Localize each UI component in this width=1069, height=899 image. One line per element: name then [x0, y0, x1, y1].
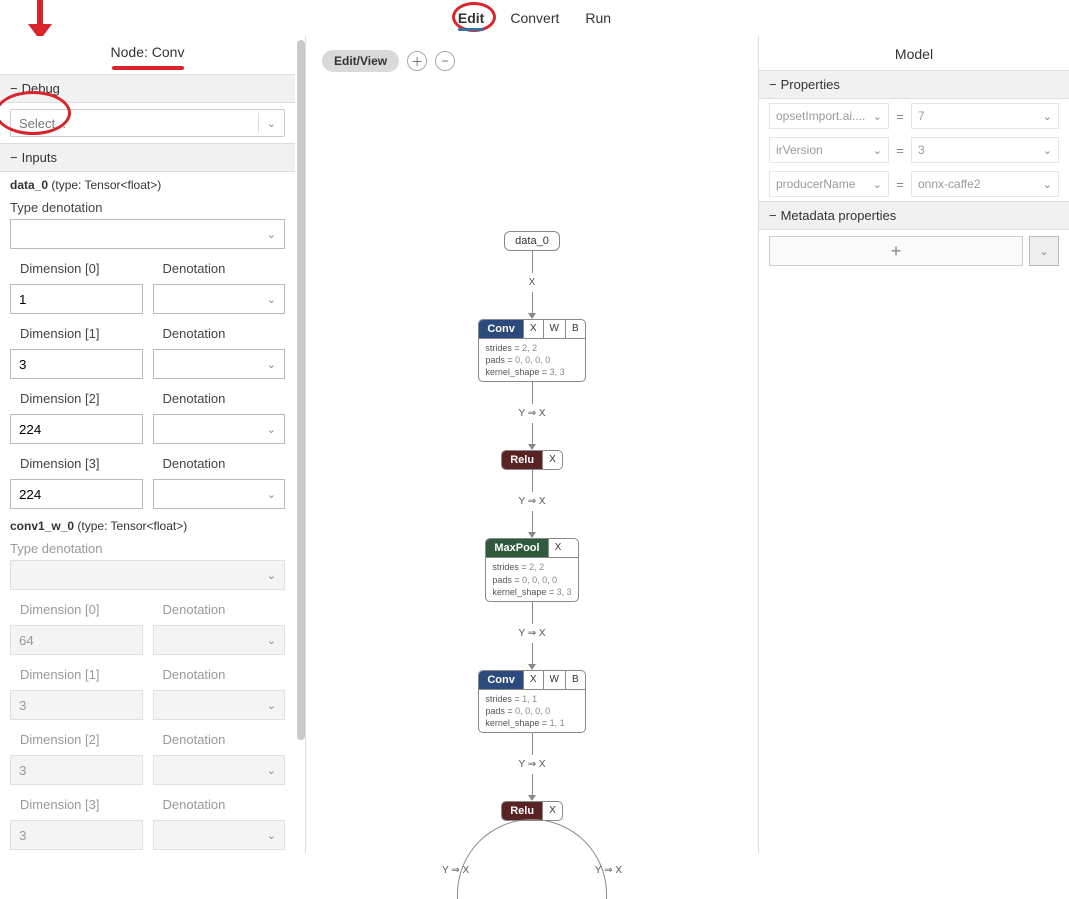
graph-node-relu1[interactable]: Relu X	[501, 450, 563, 470]
add-metadata-dropdown[interactable]: ⌄	[1029, 236, 1059, 266]
right-panel: Model −Properties opsetImport.ai....⌄ = …	[759, 36, 1069, 853]
graph-node-data0[interactable]: data_0	[504, 231, 560, 251]
chevron-down-icon: ⌄	[267, 293, 276, 306]
zoom-out-button[interactable]: −	[435, 51, 455, 71]
top-tabs: Edit Convert Run	[0, 8, 1069, 33]
graph-node-maxpool[interactable]: MaxPool X strides = 2, 2 pads = 0, 0, 0,…	[485, 538, 578, 601]
prop-row-opset: opsetImport.ai....⌄ = 7⌄	[759, 99, 1069, 133]
prop-val-producer[interactable]: onnx-caffe2⌄	[911, 171, 1059, 197]
chevron-down-icon: ⌄	[267, 634, 276, 647]
chevron-down-icon: ⌄	[873, 144, 882, 157]
zoom-in-button[interactable]: ＋	[407, 51, 427, 71]
chevron-down-icon: ⌄	[1043, 178, 1052, 191]
prop-val-opset[interactable]: 7⌄	[911, 103, 1059, 129]
model-title: Model	[759, 36, 1069, 70]
chevron-down-icon: ⌄	[267, 764, 276, 777]
center-panel: Edit/View ＋ − data_0 X Conv X W B stride…	[306, 36, 759, 853]
add-metadata-button[interactable]: +	[769, 236, 1023, 266]
scrollbar[interactable]	[297, 40, 305, 740]
chevron-down-icon: ⌄	[267, 488, 276, 501]
data0-den2[interactable]: ⌄	[153, 414, 286, 444]
left-panel: Node: Conv −Debug Select... ⌄ −Inputs da…	[0, 36, 306, 853]
prop-key-irversion[interactable]: irVersion⌄	[769, 137, 889, 163]
metadata-header[interactable]: −Metadata properties	[759, 201, 1069, 230]
graph-node-relu2[interactable]: Relu X	[501, 801, 563, 821]
conv1w-type-denotation[interactable]: ⌄	[10, 560, 285, 590]
conv1w-den3[interactable]: ⌄	[153, 820, 286, 850]
data0-den1[interactable]: ⌄	[153, 349, 286, 379]
properties-header[interactable]: −Properties	[759, 70, 1069, 99]
graph-node-conv1[interactable]: Conv X W B strides = 2, 2 pads = 0, 0, 0…	[478, 319, 585, 382]
input-data0-name: data_0 (type: Tensor<float>)	[0, 172, 295, 194]
chevron-down-icon: ⌄	[1043, 144, 1052, 157]
prop-row-irversion: irVersion⌄ = 3⌄	[759, 133, 1069, 167]
conv1w-den1[interactable]: ⌄	[153, 690, 286, 720]
data0-type-denotation[interactable]: ⌄	[10, 219, 285, 249]
annotation-underline	[112, 66, 184, 70]
chevron-down-icon: ⌄	[267, 358, 276, 371]
chevron-down-icon: ⌄	[267, 117, 276, 130]
prop-key-producer[interactable]: producerName⌄	[769, 171, 889, 197]
inputs-header[interactable]: −Inputs	[0, 143, 295, 172]
graph-node-conv2[interactable]: Conv X W B strides = 1, 1 pads = 0, 0, 0…	[478, 670, 585, 733]
data0-dim0[interactable]	[10, 284, 143, 314]
graph-canvas[interactable]: data_0 X Conv X W B strides = 2, 2 pads …	[306, 231, 758, 876]
conv1w-dim1[interactable]	[10, 690, 143, 720]
prop-val-irversion[interactable]: 3⌄	[911, 137, 1059, 163]
prop-row-producer: producerName⌄ = onnx-caffe2⌄	[759, 167, 1069, 201]
graph-toolbar: Edit/View ＋ −	[322, 50, 455, 72]
chevron-down-icon: ⌄	[873, 110, 882, 123]
data0-den3[interactable]: ⌄	[153, 479, 286, 509]
conv1w-den2[interactable]: ⌄	[153, 755, 286, 785]
chevron-down-icon: ⌄	[873, 178, 882, 191]
conv1w-den0[interactable]: ⌄	[153, 625, 286, 655]
graph-branch-arc	[457, 819, 607, 899]
conv1w-dim0[interactable]	[10, 625, 143, 655]
chevron-down-icon: ⌄	[1043, 110, 1052, 123]
data0-dim2[interactable]	[10, 414, 143, 444]
prop-key-opset[interactable]: opsetImport.ai....⌄	[769, 103, 889, 129]
chevron-down-icon: ⌄	[267, 228, 276, 241]
chevron-down-icon: ⌄	[267, 569, 276, 582]
tab-run[interactable]: Run	[581, 8, 615, 33]
chevron-down-icon: ⌄	[267, 829, 276, 842]
data0-den0[interactable]: ⌄	[153, 284, 286, 314]
chevron-down-icon: ⌄	[267, 699, 276, 712]
tab-convert[interactable]: Convert	[506, 8, 563, 33]
conv1w-dim3[interactable]	[10, 820, 143, 850]
chevron-down-icon: ⌄	[267, 423, 276, 436]
conv1w-dim2[interactable]	[10, 755, 143, 785]
editview-toggle[interactable]: Edit/View	[322, 50, 399, 72]
data0-dim1[interactable]	[10, 349, 143, 379]
data0-dim3[interactable]	[10, 479, 143, 509]
tab-edit[interactable]: Edit	[454, 8, 488, 33]
input-conv1w-name: conv1_w_0 (type: Tensor<float>)	[0, 513, 295, 535]
label-type-denotation: Type denotation	[0, 194, 295, 217]
chevron-down-icon: ⌄	[1039, 245, 1048, 258]
node-title: Node: Conv	[0, 36, 295, 66]
